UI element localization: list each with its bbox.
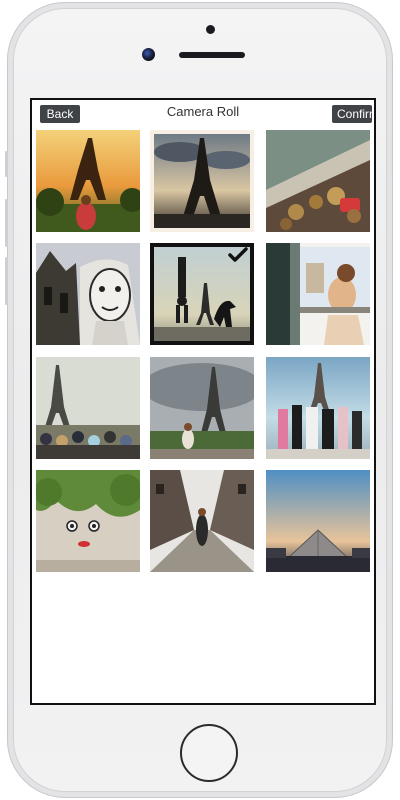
photo-thumbnail[interactable] (150, 357, 254, 459)
photo-thumbnail[interactable] (266, 243, 370, 345)
photo-thumbnail[interactable] (36, 130, 140, 232)
mute-switch (5, 151, 8, 177)
photo-thumbnail[interactable] (266, 357, 370, 459)
photo-thumbnail-selected[interactable] (150, 243, 254, 345)
volume-down-button (5, 257, 8, 305)
earpiece-speaker (179, 52, 245, 58)
volume-up-button (5, 199, 8, 247)
photo-thumbnail[interactable] (150, 130, 254, 232)
navigation-bar: Back Camera Roll Confirm (32, 100, 374, 126)
proximity-sensor (206, 25, 215, 34)
screen: Back Camera Roll Confirm (30, 98, 376, 705)
photo-thumbnail[interactable] (36, 357, 140, 459)
photo-thumbnail[interactable] (150, 470, 254, 572)
front-camera (142, 48, 155, 61)
photo-thumbnail[interactable] (36, 243, 140, 345)
photo-thumbnail[interactable] (266, 470, 370, 572)
photo-thumbnail[interactable] (266, 130, 370, 232)
confirm-button[interactable]: Confirm (332, 105, 374, 123)
page-title: Camera Roll (166, 104, 240, 119)
checkmark-icon (228, 247, 248, 262)
home-button[interactable] (180, 724, 238, 782)
photo-thumbnail[interactable] (36, 470, 140, 572)
